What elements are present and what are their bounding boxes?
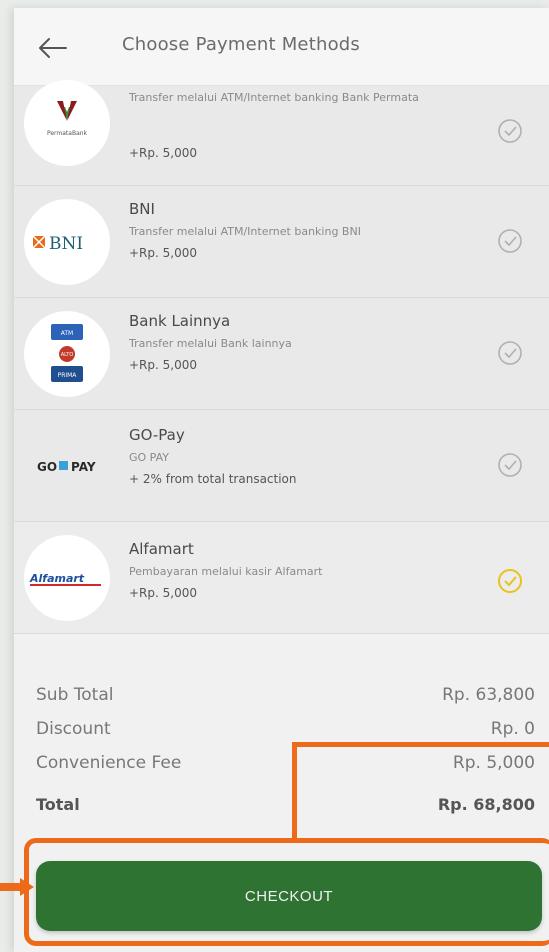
- permata-logo: PermataBank: [24, 80, 110, 166]
- payment-option-bni[interactable]: BNI BNI Transfer melalui ATM/Internet ba…: [14, 186, 549, 298]
- svg-text:BNI: BNI: [49, 234, 83, 254]
- highlight-box-checkout: [24, 838, 549, 946]
- svg-text:PAY: PAY: [71, 460, 96, 474]
- gopay-description: GO PAY: [129, 451, 169, 464]
- payment-method-list: PermataBank Transfer melalui ATM/Interne…: [14, 80, 549, 634]
- permata-description: Transfer melalui ATM/Internet banking Ba…: [129, 91, 419, 104]
- payment-option-alfamart[interactable]: Alfamart Alfamart Pembayaran melalui kas…: [14, 522, 549, 634]
- unchecked-circle-icon[interactable]: [497, 228, 523, 254]
- svg-text:GO: GO: [37, 460, 57, 474]
- bank-lainnya-name: Bank Lainnya: [129, 312, 231, 330]
- bni-description: Transfer melalui ATM/Internet banking BN…: [129, 225, 361, 238]
- pointer-arrow-icon: [0, 878, 34, 896]
- payment-option-bank-lainnya[interactable]: ATM ALTO PRIMA Bank Lainnya Transfer mel…: [14, 298, 549, 410]
- discount-row: Discount Rp. 0: [36, 719, 535, 739]
- gopay-name: GO-Pay: [129, 426, 185, 444]
- svg-text:ATM: ATM: [61, 330, 73, 337]
- app-header: Choose Payment Methods: [14, 8, 549, 86]
- gopay-fee: + 2% from total transaction: [129, 472, 297, 486]
- highlight-box-total: [292, 742, 549, 838]
- svg-text:ALTO: ALTO: [61, 352, 74, 358]
- payment-option-gopay[interactable]: GO PAY GO-Pay GO PAY + 2% from total tra…: [14, 410, 549, 522]
- page-title: Choose Payment Methods: [122, 34, 360, 55]
- alfamart-description: Pembayaran melalui kasir Alfamart: [129, 565, 323, 578]
- svg-text:PermataBank: PermataBank: [47, 130, 88, 137]
- alfamart-fee: +Rp. 5,000: [129, 586, 197, 600]
- bank-lainnya-fee: +Rp. 5,000: [129, 358, 197, 372]
- checked-circle-icon[interactable]: [497, 568, 523, 594]
- bank-network-logos: ATM ALTO PRIMA: [24, 311, 110, 397]
- payment-option-permata[interactable]: PermataBank Transfer melalui ATM/Interne…: [14, 80, 549, 186]
- permata-fee: +Rp. 5,000: [129, 146, 197, 160]
- gopay-logo: GO PAY: [24, 423, 110, 509]
- back-arrow-icon[interactable]: [36, 36, 70, 60]
- subtotal-row: Sub Total Rp. 63,800: [36, 685, 535, 705]
- bank-lainnya-description: Transfer melalui Bank lainnya: [129, 337, 292, 350]
- bni-fee: +Rp. 5,000: [129, 246, 197, 260]
- svg-text:Alfamart: Alfamart: [29, 572, 85, 585]
- unchecked-circle-icon[interactable]: [497, 340, 523, 366]
- alfamart-logo: Alfamart: [24, 535, 110, 621]
- svg-text:PRIMA: PRIMA: [58, 372, 78, 379]
- unchecked-circle-icon[interactable]: [497, 452, 523, 478]
- alfamart-name: Alfamart: [129, 540, 194, 558]
- bni-name: BNI: [129, 200, 155, 218]
- unchecked-circle-icon[interactable]: [497, 118, 523, 144]
- bni-logo: BNI: [24, 199, 110, 285]
